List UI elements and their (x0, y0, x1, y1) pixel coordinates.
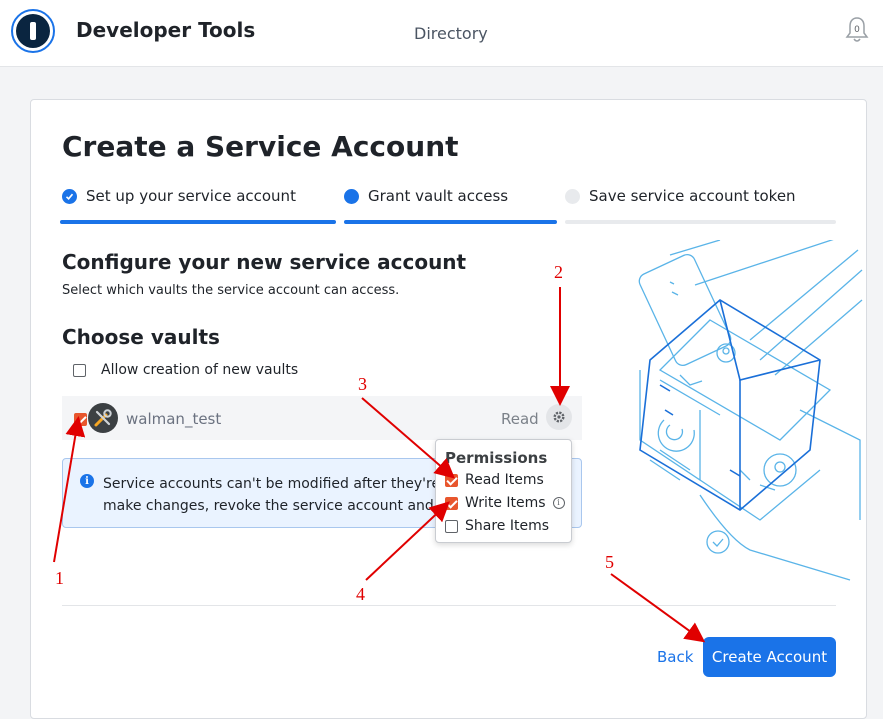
annotation-number-2: 2 (554, 262, 563, 282)
annotation-arrow-4 (365, 501, 450, 581)
annotation-number-4: 4 (356, 584, 365, 604)
annotation-overlay: 1 2 3 4 5 (53, 262, 706, 643)
annotation-arrow-1 (53, 416, 86, 563)
annotation-arrow-5 (610, 573, 706, 643)
annotation-number-3: 3 (358, 374, 367, 394)
annotation-arrow-3 (361, 397, 456, 479)
annotation-number-5: 5 (605, 552, 614, 572)
annotation-number-1: 1 (55, 568, 64, 588)
